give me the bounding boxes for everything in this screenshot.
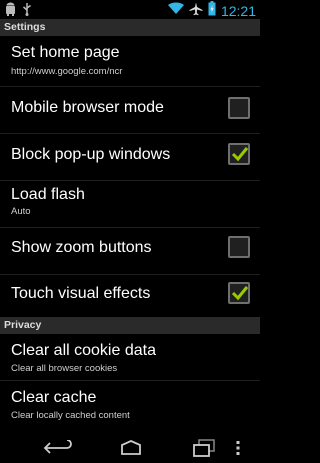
settings-title-bar: Settings xyxy=(0,19,260,36)
home-button[interactable] xyxy=(113,437,149,459)
status-bar: 12:21 xyxy=(0,0,260,19)
setting-mobile-browser-mode[interactable]: Mobile browser mode xyxy=(0,87,260,133)
setting-summary: Auto xyxy=(11,206,31,217)
setting-title: Clear cache xyxy=(11,389,97,406)
airplane-icon xyxy=(189,2,203,21)
setting-clear-cache[interactable]: Clear cache Clear locally cached content xyxy=(0,381,260,431)
show-zoom-buttons-checkbox[interactable] xyxy=(228,236,250,258)
setting-title: Set home page xyxy=(11,44,120,61)
back-icon xyxy=(43,440,72,454)
mobile-browser-mode-checkbox[interactable] xyxy=(228,97,250,119)
back-button[interactable] xyxy=(40,437,76,459)
setting-summary: Clear locally cached content xyxy=(11,410,130,421)
home-icon xyxy=(121,440,141,455)
setting-set-home-page[interactable]: Set home page http://www.google.com/ncr xyxy=(0,36,260,86)
navigation-bar xyxy=(0,433,260,463)
recent-apps-icon xyxy=(193,439,215,457)
setting-title: Clear all cookie data xyxy=(11,342,156,359)
battery-icon xyxy=(208,1,216,21)
section-title: Privacy xyxy=(4,319,42,331)
block-popups-checkbox[interactable] xyxy=(228,143,250,165)
page-title: Settings xyxy=(4,21,46,33)
touch-visual-effects-checkbox[interactable] xyxy=(228,282,250,304)
wifi-icon xyxy=(167,2,184,20)
setting-title: Show zoom buttons xyxy=(11,239,152,256)
setting-show-zoom-buttons[interactable]: Show zoom buttons xyxy=(0,228,260,274)
setting-load-flash[interactable]: Load flash Auto xyxy=(0,181,260,227)
setting-touch-visual-effects[interactable]: Touch visual effects xyxy=(0,275,260,317)
setting-block-popups[interactable]: Block pop-up windows xyxy=(0,134,260,180)
setting-title: Mobile browser mode xyxy=(11,99,164,116)
checkmark-icon xyxy=(231,147,249,162)
setting-summary: http://www.google.com/ncr xyxy=(11,66,123,77)
overflow-menu-button[interactable] xyxy=(230,437,246,459)
checkmark-icon xyxy=(231,286,249,301)
overflow-menu-icon xyxy=(236,441,240,455)
setting-summary: Clear all browser cookies xyxy=(11,363,118,374)
status-clock: 12:21 xyxy=(220,2,256,19)
setting-title: Block pop-up windows xyxy=(11,146,171,163)
setting-title: Load flash xyxy=(11,186,85,203)
recent-apps-button[interactable] xyxy=(186,437,222,459)
privacy-section-header: Privacy xyxy=(0,317,260,334)
setting-clear-cookies[interactable]: Clear all cookie data Clear all browser … xyxy=(0,334,260,380)
setting-title: Touch visual effects xyxy=(11,285,151,302)
